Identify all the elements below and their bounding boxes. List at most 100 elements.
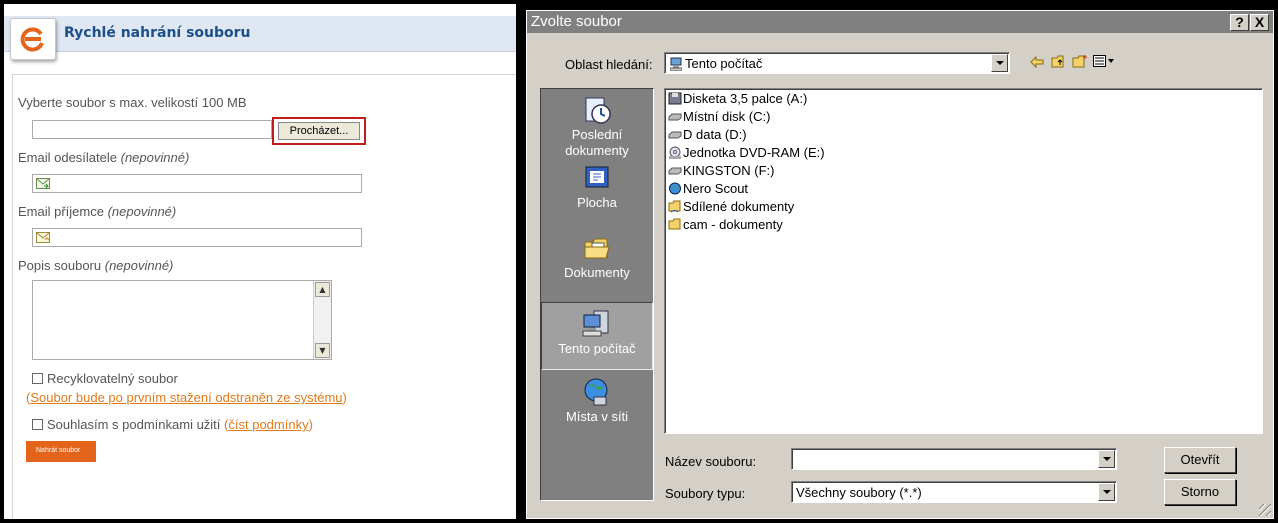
sender-optional: (nepovinné) (120, 150, 190, 165)
file-open-dialog: Zvolte soubor ? X Oblast hledání: Tento … (526, 10, 1274, 519)
recipient-label: Email příjemce (nepovinné) (18, 204, 176, 219)
file-item-nero-scout[interactable]: Nero Scout (668, 181, 748, 199)
recycle-label: Recyklovatelný soubor (47, 371, 178, 386)
recycle-note: (Soubor bude po prvním stažení odstraněn… (26, 390, 347, 405)
place-label: Tento počítač (558, 341, 636, 356)
floppy-drive-icon (668, 92, 682, 105)
my-computer-small-icon (670, 57, 682, 71)
recycle-checkbox[interactable] (32, 373, 43, 384)
browse-button[interactable]: Procházet... (278, 122, 360, 140)
my-computer-icon (582, 310, 609, 337)
upload-submit-button[interactable]: Nahrát soubor (26, 441, 96, 462)
filetype-value: Všechny soubory (*.*) (796, 485, 922, 500)
sender-label: Email odesílatele (nepovinné) (18, 150, 189, 165)
scroll-up-icon[interactable]: ▲ (315, 282, 330, 297)
filename-label: Název souboru: (665, 454, 757, 469)
place-label: Dokumenty (564, 265, 630, 280)
file-item-label: D data (D:) (683, 127, 747, 142)
file-item-label: Jednotka DVD-RAM (E:) (683, 145, 825, 160)
logo (10, 18, 56, 60)
browse-button-highlight[interactable]: Procházet... (272, 117, 366, 145)
removable-drive-icon (668, 167, 682, 175)
file-item-label: Místní disk (C:) (683, 109, 771, 124)
resize-grip-icon[interactable] (1259, 504, 1271, 516)
dialog-title: Zvolte soubor (531, 13, 622, 30)
close-button[interactable]: X (1250, 14, 1269, 31)
file-item-label: cam - dokumenty (683, 217, 783, 232)
hard-drive-icon (668, 113, 682, 121)
terms-label: Souhlasím s podmínkami užití (47, 417, 225, 432)
file-item-label: Disketa 3,5 palce (A:) (683, 91, 808, 106)
recycle-option[interactable]: Recyklovatelný soubor (32, 371, 178, 386)
brand-logo-icon (20, 27, 44, 52)
recipient-email-input[interactable] (32, 228, 362, 247)
file-item-c-drive[interactable]: Místní disk (C:) (668, 109, 770, 127)
network-places-icon (584, 378, 608, 406)
file-item-kingston[interactable]: KINGSTON (F:) (668, 163, 774, 181)
file-label: Vyberte soubor s max. velikostí 100 MB (18, 95, 247, 110)
sender-label-text: Email odesílatele (18, 150, 121, 165)
open-button[interactable]: Otevřít (1164, 447, 1236, 473)
file-item-label: Sdílené dokumenty (683, 199, 795, 214)
description-textarea[interactable]: ▲ ▼ (32, 280, 332, 360)
folder-icon (668, 218, 681, 230)
hard-drive-icon (668, 131, 682, 139)
upload-form-panel: Rychlé nahrání souboru Vyberte soubor s … (4, 4, 516, 519)
my-documents-icon (584, 238, 610, 259)
desktop-icon (585, 166, 609, 188)
file-item-label: KINGSTON (F:) (683, 163, 775, 178)
place-my-computer[interactable]: Tento počítač (541, 302, 653, 370)
description-label-text: Popis souboru (18, 258, 105, 273)
place-label: Plocha (577, 195, 617, 210)
dvd-drive-icon (669, 146, 681, 159)
file-item-d-drive[interactable]: D data (D:) (668, 127, 747, 145)
form-header: Rychlé nahrání souboru (4, 16, 516, 60)
place-label: Poslední dokumenty (565, 127, 629, 158)
view-menu-icon[interactable] (1093, 55, 1117, 67)
filetype-select[interactable]: Všechny soubory (*.*) (791, 481, 1117, 503)
recipient-optional: (nepovinné) (107, 204, 177, 219)
filename-dropdown-icon[interactable] (1098, 450, 1115, 468)
place-recent-documents[interactable]: Poslední dokumenty (541, 95, 653, 159)
cancel-button[interactable]: Storno (1164, 479, 1236, 505)
file-item-label: Nero Scout (683, 181, 749, 196)
file-list: Disketa 3,5 palce (A:) Místní disk (C:) … (664, 88, 1263, 434)
up-folder-icon[interactable] (1051, 55, 1067, 68)
place-label: Místa v síti (565, 409, 629, 424)
dialog-titlebar[interactable]: Zvolte soubor ? X (527, 11, 1273, 33)
textarea-scrollbar[interactable]: ▲ ▼ (313, 281, 331, 359)
terms-link[interactable]: číst podmínky (228, 417, 308, 432)
file-item-shared-docs[interactable]: Sdílené dokumenty (668, 199, 794, 217)
place-desktop[interactable]: Plocha (541, 163, 653, 211)
filetype-label: Soubory typu: (665, 486, 746, 501)
look-in-dropdown-icon[interactable] (991, 54, 1008, 72)
email-receive-icon (36, 232, 50, 243)
file-item-floppy[interactable]: Disketa 3,5 palce (A:) (668, 91, 807, 109)
new-folder-icon[interactable] (1072, 54, 1088, 68)
page-title: Rychlé nahrání souboru (64, 25, 251, 41)
scroll-down-icon[interactable]: ▼ (315, 343, 330, 358)
place-network[interactable]: Místa v síti (541, 377, 653, 425)
file-item-cam-docs[interactable]: cam - dokumenty (668, 217, 783, 235)
file-path-input[interactable] (32, 120, 272, 139)
recent-documents-icon (585, 97, 611, 124)
look-in-label: Oblast hledání: (565, 57, 653, 72)
back-icon[interactable] (1030, 56, 1044, 68)
file-item-dvd-drive[interactable]: Jednotka DVD-RAM (E:) (668, 145, 825, 163)
recipient-label-text: Email příjemce (18, 204, 108, 219)
look-in-value: Tento počítač (685, 56, 763, 71)
sender-email-input[interactable] (32, 174, 362, 193)
description-optional: (nepovinné) (104, 258, 174, 273)
help-button[interactable]: ? (1230, 14, 1249, 31)
terms-option[interactable]: Souhlasím s podmínkami užití (číst podmí… (32, 417, 313, 432)
terms-checkbox[interactable] (32, 419, 43, 430)
shared-folder-icon (668, 200, 681, 213)
filetype-dropdown-icon[interactable] (1098, 483, 1115, 501)
look-in-select[interactable]: Tento počítač (664, 52, 1010, 74)
description-label: Popis souboru (nepovinné) (18, 258, 173, 273)
nero-scout-icon (669, 182, 681, 195)
recycle-note-link[interactable]: Soubor bude po prvním stažení odstraněn … (30, 390, 342, 405)
email-send-icon (36, 178, 50, 189)
place-my-documents[interactable]: Dokumenty (541, 233, 653, 281)
filename-input[interactable] (791, 448, 1117, 470)
